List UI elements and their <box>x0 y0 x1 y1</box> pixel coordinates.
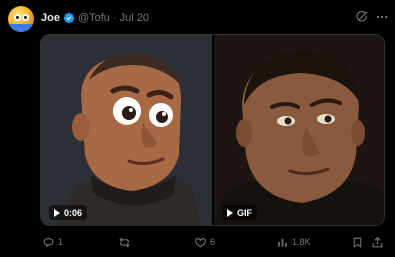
action-bar: 1 6 1.8K <box>40 234 385 250</box>
share-button[interactable] <box>371 234 384 250</box>
media-grid: 0:06 GIF <box>40 34 385 226</box>
actor-photo <box>214 35 384 225</box>
grok-icon[interactable] <box>355 10 369 24</box>
avatar-eye-left <box>14 14 21 21</box>
gif-badge-label: GIF <box>237 207 252 218</box>
roblox-face-illustration <box>41 35 212 225</box>
gif-badge[interactable]: GIF <box>222 205 257 220</box>
bookmark-icon <box>353 237 362 247</box>
views-button[interactable]: 1.8K <box>276 234 311 250</box>
author-name[interactable]: Joe <box>41 12 60 24</box>
heart-icon <box>195 237 206 247</box>
like-count: 6 <box>210 237 216 247</box>
tweet-header: Joe @Tofu · Jul 20 <box>41 11 149 25</box>
tweet: Joe @Tofu · Jul 20 0:06 GIF 1 6 1.8K <box>0 0 395 257</box>
bookmark-button[interactable] <box>351 234 364 250</box>
tweet-date[interactable]: Jul 20 <box>120 12 149 24</box>
repost-button[interactable] <box>118 234 134 250</box>
views-count: 1.8K <box>292 237 311 247</box>
avatar[interactable] <box>8 6 34 32</box>
avatar-shirt <box>8 24 34 32</box>
video-duration-label: 0:06 <box>64 207 83 218</box>
reply-icon <box>43 237 54 247</box>
like-button[interactable]: 6 <box>194 234 215 250</box>
play-icon <box>227 208 233 217</box>
reply-count: 1 <box>58 237 64 247</box>
video-duration-badge[interactable]: 0:06 <box>49 205 88 220</box>
author-handle[interactable]: @Tofu <box>78 12 110 24</box>
verified-badge-icon <box>63 12 75 24</box>
repost-icon <box>119 237 130 247</box>
reply-button[interactable]: 1 <box>42 234 63 250</box>
share-icon <box>372 236 383 247</box>
play-icon <box>54 208 60 217</box>
media-video[interactable]: 0:06 <box>41 35 212 225</box>
views-icon <box>278 238 287 247</box>
media-gif[interactable]: GIF <box>214 35 384 225</box>
avatar-eye-right <box>22 14 29 21</box>
header-separator: · <box>112 12 117 24</box>
more-options-icon[interactable] <box>375 10 389 24</box>
